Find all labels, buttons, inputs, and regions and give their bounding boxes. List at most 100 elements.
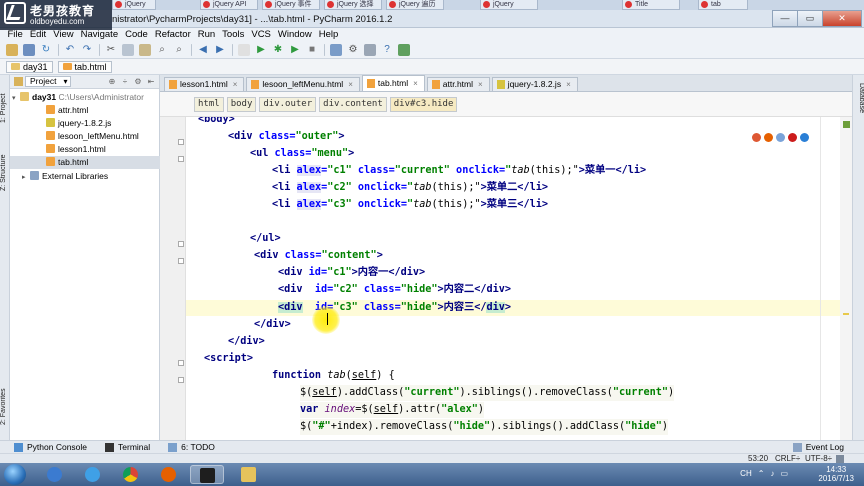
save-icon[interactable] <box>23 44 35 56</box>
close-icon[interactable]: × <box>566 78 571 91</box>
python-console-tab[interactable]: Python Console <box>14 442 87 452</box>
project-view-selector[interactable]: Project <box>25 76 72 87</box>
browser-tab[interactable]: jQuery <box>480 0 538 10</box>
menu-view[interactable]: View <box>50 28 77 42</box>
browser-tab[interactable]: jQuery API <box>200 0 258 10</box>
close-button[interactable]: ✕ <box>822 10 862 27</box>
safari-icon[interactable] <box>776 133 785 142</box>
clock[interactable]: 14:33 2016/7/13 <box>818 465 854 483</box>
paste-icon[interactable] <box>139 44 151 56</box>
firefox-icon[interactable] <box>764 133 773 142</box>
tool-window-structure[interactable]: Z: Structure <box>0 141 10 191</box>
menu-window[interactable]: Window <box>274 28 315 42</box>
run-icon[interactable]: ▶ <box>255 44 267 56</box>
structure-icon[interactable] <box>364 44 376 56</box>
replace-icon[interactable]: ⌕ <box>173 44 185 56</box>
warning-stripe[interactable] <box>843 313 849 315</box>
minimize-button[interactable]: — <box>772 10 798 27</box>
fold-marker-icon[interactable] <box>178 241 184 247</box>
menu-file[interactable]: File <box>4 28 26 42</box>
tree-item-jquery[interactable]: jquery-1.8.2.js <box>10 117 160 130</box>
tag-path-div-content[interactable]: div.content <box>319 96 387 112</box>
tool-window-database[interactable]: Database <box>855 83 864 113</box>
coverage-icon[interactable]: ▶ <box>289 44 301 56</box>
nav-crumb-file[interactable]: tab.html <box>57 60 112 73</box>
fold-marker-icon[interactable] <box>178 139 184 145</box>
browser-tab[interactable]: jQuery 选择 <box>324 0 382 10</box>
chevron-up-icon[interactable]: ⌃ <box>758 469 765 478</box>
copy-icon[interactable] <box>122 44 134 56</box>
menu-run[interactable]: Run <box>194 28 218 42</box>
tab-attr[interactable]: attr.html × <box>426 77 490 91</box>
fold-marker-icon[interactable] <box>178 156 184 162</box>
menu-tools[interactable]: Tools <box>219 28 248 42</box>
collapse-icon[interactable]: ÷ <box>120 77 130 87</box>
tool-window-project[interactable]: 1: Project <box>0 79 10 123</box>
tree-item-lesson1[interactable]: lesson1.html <box>10 143 160 156</box>
tag-path-div-outer[interactable]: div.outer <box>259 96 317 112</box>
close-icon[interactable]: × <box>413 77 418 90</box>
editor-scrollbar[interactable] <box>840 117 852 440</box>
volume-icon[interactable]: ♪ <box>770 469 774 478</box>
settings-icon[interactable]: ⚙ <box>347 44 359 56</box>
python-console-icon[interactable] <box>398 44 410 56</box>
menu-help[interactable]: Help <box>315 28 342 42</box>
taskbar-ie[interactable] <box>76 465 110 484</box>
code-editor[interactable]: <body> <div class="outer"> <ul class="me… <box>160 117 852 440</box>
todo-tab[interactable]: 6: TODO <box>168 442 215 452</box>
tree-item-leftmenu[interactable]: lesoon_leftMenu.html <box>10 130 160 143</box>
network-icon[interactable]: ▭ <box>780 469 788 478</box>
fold-marker-icon[interactable] <box>178 377 184 383</box>
input-method-indicator[interactable]: CH <box>740 469 752 478</box>
fold-marker-icon[interactable] <box>178 360 184 366</box>
browser-tab[interactable]: jQuery 遍历 <box>386 0 444 10</box>
tree-item-tab[interactable]: tab.html <box>10 156 160 169</box>
forward-icon[interactable]: ▶ <box>214 44 226 56</box>
taskbar-explorer[interactable] <box>232 465 266 484</box>
menu-navigate[interactable]: Navigate <box>77 28 122 42</box>
fold-marker-icon[interactable] <box>178 258 184 264</box>
taskbar-chrome[interactable] <box>114 465 148 484</box>
taskbar-media-player[interactable] <box>38 465 72 484</box>
help-icon[interactable]: ? <box>381 44 393 56</box>
tab-lesson1[interactable]: lesson1.html × <box>164 77 245 91</box>
tab-tab-html[interactable]: tab.html × <box>361 75 425 91</box>
sync-icon[interactable]: ⊕ <box>107 77 117 87</box>
redo-icon[interactable]: ↷ <box>81 44 93 56</box>
event-log-tab[interactable]: Event Log <box>792 442 844 452</box>
tag-path-div-c3[interactable]: div#c3.hide <box>389 96 458 112</box>
tree-item-attr[interactable]: attr.html <box>10 104 160 117</box>
tab-jquery[interactable]: jquery-1.8.2.js × <box>491 77 578 91</box>
menu-vcs[interactable]: VCS <box>248 28 275 42</box>
tab-leftmenu[interactable]: lesoon_leftMenu.html × <box>246 77 360 91</box>
tree-item-day31[interactable]: ▾ day31 C:\Users\Administrator <box>10 91 160 104</box>
undo-icon[interactable]: ↶ <box>64 44 76 56</box>
browser-tab[interactable]: jQuery 事件 <box>262 0 320 10</box>
opera-icon[interactable] <box>788 133 797 142</box>
close-icon[interactable]: × <box>233 78 238 91</box>
cut-icon[interactable]: ✂ <box>105 44 117 56</box>
terminal-tab[interactable]: Terminal <box>105 442 150 452</box>
run-config-icon[interactable] <box>238 44 250 56</box>
tag-path-body[interactable]: body <box>226 96 257 112</box>
open-folder-icon[interactable] <box>6 44 18 56</box>
chrome-icon[interactable] <box>752 133 761 142</box>
nav-crumb-project[interactable]: day31 <box>6 60 53 73</box>
sync-icon[interactable]: ↻ <box>40 44 52 56</box>
close-icon[interactable]: × <box>478 78 483 91</box>
tag-path-html[interactable]: html <box>194 96 224 112</box>
menu-edit[interactable]: Edit <box>26 28 49 42</box>
taskbar-pycharm[interactable] <box>190 465 224 484</box>
debug-icon[interactable]: ✱ <box>272 44 284 56</box>
find-icon[interactable]: ⌕ <box>156 44 168 56</box>
chevron-right-icon[interactable]: ▸ <box>22 171 30 184</box>
start-button[interactable] <box>4 464 26 485</box>
tool-window-favorites[interactable]: 2: Favorites <box>0 375 10 425</box>
tree-item-external-libraries[interactable]: ▸ External Libraries <box>10 170 160 183</box>
menu-refactor[interactable]: Refactor <box>151 28 194 42</box>
taskbar-firefox[interactable] <box>152 465 186 484</box>
ie-icon[interactable] <box>800 133 809 142</box>
browser-tab[interactable]: Title <box>622 0 680 10</box>
hide-icon[interactable]: ⇤ <box>146 77 156 87</box>
maximize-button[interactable]: ▭ <box>797 10 823 27</box>
